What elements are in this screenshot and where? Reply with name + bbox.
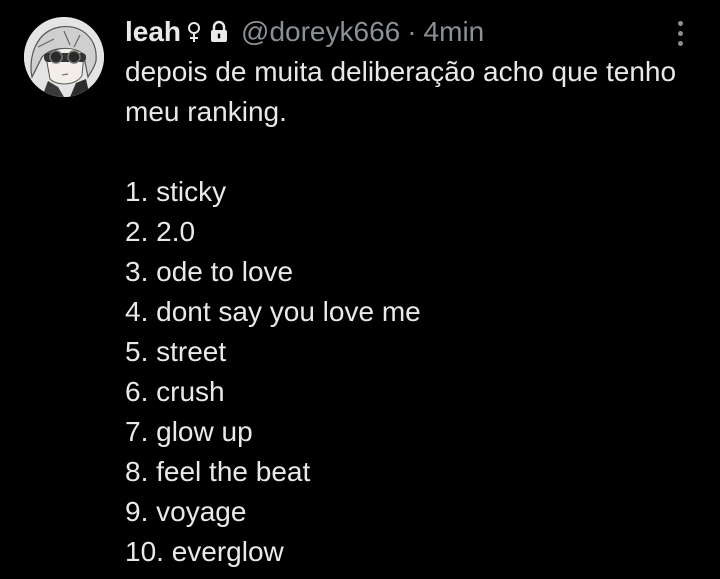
ranking-item: 9. voyage	[125, 496, 247, 527]
display-name[interactable]: leah	[125, 12, 181, 52]
ranking-item: 4. dont say you love me	[125, 296, 421, 327]
ranking-item: 10. everglow	[125, 536, 284, 567]
ranking-item: 6. crush	[125, 376, 225, 407]
timestamp[interactable]: 4min	[424, 12, 485, 52]
ranking-item: 3. ode to love	[125, 256, 294, 287]
ranking-list: 1. sticky 2. 2.0 3. ode to love 4. dont …	[125, 172, 695, 572]
tweet-intro: depois de muita deliberação acho que ten…	[125, 56, 677, 127]
ranking-item: 1. sticky	[125, 176, 227, 207]
tweet-header: leah @doreyk666 · 4min	[125, 12, 484, 52]
tweet-text: depois de muita deliberação acho que ten…	[125, 52, 695, 572]
lock-icon	[209, 20, 229, 44]
ranking-item: 7. glow up	[125, 416, 253, 447]
more-vertical-icon	[677, 20, 683, 26]
more-options-button[interactable]	[668, 16, 692, 50]
ranking-item: 5. street	[125, 336, 227, 367]
female-symbol-icon	[187, 21, 201, 43]
author-handle[interactable]: @doreyk666	[241, 12, 400, 52]
anime-avatar-icon	[24, 17, 104, 97]
separator-dot: ·	[407, 16, 417, 47]
ranking-item: 8. feel the beat	[125, 456, 311, 487]
avatar[interactable]	[24, 17, 104, 97]
ranking-item: 2. 2.0	[125, 216, 196, 247]
